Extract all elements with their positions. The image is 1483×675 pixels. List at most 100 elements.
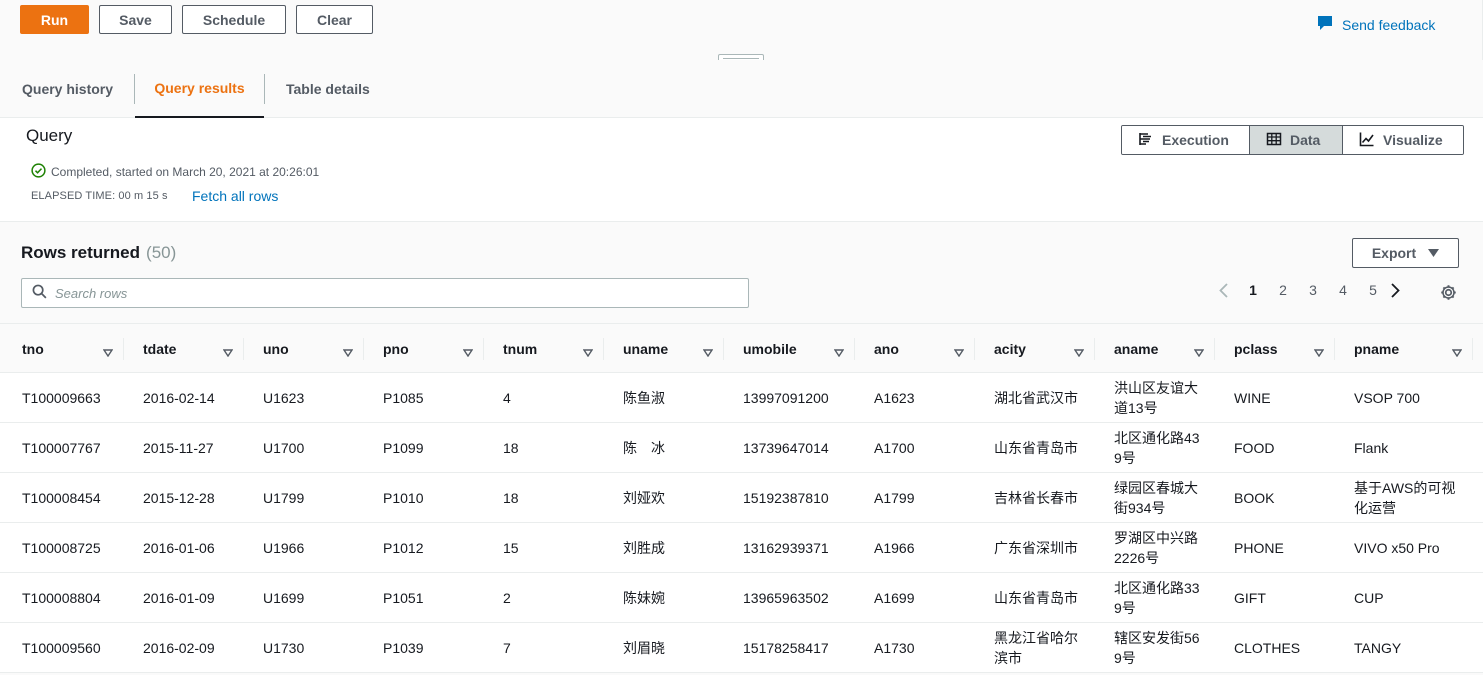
cell-tdate: 2016-02-09 (143, 639, 215, 656)
table-row: T100008804 2016-01-09 U1699 P1051 2 陈妹婉 139659… (0, 573, 1483, 623)
cell-uno: U1799 (263, 489, 305, 506)
cell-tno: T100008725 (22, 539, 101, 556)
rows-count: (50) (146, 243, 177, 262)
search-rows-box (21, 278, 749, 308)
column-divider (123, 338, 124, 360)
table-row: T100008454 2015-12-28 U1799 P1010 18 刘娅欢 15192… (0, 473, 1483, 523)
cell-pclass: CLOTHES (1234, 639, 1301, 656)
column-header-pno[interactable]: pno (383, 324, 483, 373)
column-header-tdate[interactable]: tdate (143, 324, 243, 373)
cell-pname: VSOP 700 (1354, 389, 1420, 406)
cell-pno: P1085 (383, 389, 424, 406)
column-divider (1094, 338, 1095, 360)
column-divider (854, 338, 855, 360)
cell-uname: 刘胜成 (623, 539, 665, 556)
column-header-aname[interactable]: aname (1114, 324, 1214, 373)
export-button[interactable]: Export (1352, 238, 1459, 268)
execution-icon (1138, 131, 1154, 150)
send-feedback-link[interactable]: Send feedback (1317, 15, 1435, 34)
send-feedback-label: Send feedback (1342, 16, 1436, 33)
sort-caret-icon (702, 344, 714, 360)
chevron-left-icon[interactable] (1216, 282, 1230, 298)
query-status: Completed, started on March 20, 2021 at … (31, 163, 319, 181)
page-4[interactable]: 4 (1328, 282, 1358, 298)
cell-aname: 北区通化路339号 (1114, 579, 1200, 616)
page-3[interactable]: 3 (1298, 282, 1328, 298)
page-2[interactable]: 2 (1268, 282, 1298, 298)
cell-umobile: 13739647014 (743, 439, 829, 456)
rows-returned-label: Rows returned (21, 243, 141, 262)
cell-aname: 绿园区春城大街934号 (1114, 479, 1198, 516)
cell-tnum: 18 (503, 489, 519, 506)
cell-acity: 吉林省长春市 (994, 489, 1078, 506)
column-header-ano[interactable]: ano (874, 324, 974, 373)
query-editor-toolbar: Run Save Schedule Clear Send feedback (0, 0, 1483, 64)
tab-query-results[interactable]: Query results (135, 60, 264, 118)
column-header-umobile[interactable]: umobile (743, 324, 854, 373)
column-header-pclass[interactable]: pclass (1234, 324, 1334, 373)
column-header-tnum[interactable]: tnum (503, 324, 603, 373)
execution-view-button[interactable]: Execution (1122, 126, 1249, 154)
cell-ano: A1730 (874, 639, 915, 656)
cell-uno: U1730 (263, 639, 305, 656)
cell-umobile: 15192387810 (743, 489, 829, 506)
cell-pclass: BOOK (1234, 489, 1275, 506)
tab-query-history[interactable]: Query history (22, 60, 113, 118)
column-divider (603, 338, 604, 360)
search-rows-input[interactable] (55, 285, 715, 301)
table-row: T100009663 2016-02-14 U1623 P1085 4 陈鱼淑 139970… (0, 373, 1483, 423)
column-header-uname[interactable]: uname (623, 324, 723, 373)
cell-uno: U1700 (263, 439, 305, 456)
cell-ano: A1700 (874, 439, 915, 456)
check-circle-icon (31, 163, 46, 181)
page-5[interactable]: 5 (1358, 282, 1388, 298)
cell-pno: P1051 (383, 589, 424, 606)
page-1[interactable]: 1 (1238, 282, 1268, 298)
results-tabs: Query history Query results Table detail… (0, 60, 1483, 118)
cell-umobile: 15178258417 (743, 639, 829, 656)
line-chart-icon (1359, 131, 1375, 150)
cell-pname: TANGY (1354, 639, 1402, 656)
visualize-view-button[interactable]: Visualize (1342, 126, 1463, 154)
feedback-icon (1317, 15, 1333, 34)
cell-uno: U1623 (263, 389, 305, 406)
clear-button[interactable]: Clear (296, 5, 373, 34)
column-header-acity[interactable]: acity (994, 324, 1094, 373)
cell-pname: Flank (1354, 439, 1389, 456)
rows-returned-heading: Rows returned (50) (21, 243, 176, 263)
cell-aname: 北区通化路439号 (1114, 429, 1200, 466)
sort-caret-icon (222, 344, 234, 360)
sort-caret-icon (1313, 344, 1325, 360)
cell-umobile: 13162939371 (743, 539, 829, 556)
cell-pname: 基于AWS的可视化运营 (1354, 479, 1456, 516)
column-header-tno[interactable]: tno (22, 324, 123, 373)
column-header-uno[interactable]: uno (263, 324, 363, 373)
view-toggle: Execution Data Visualize (1121, 125, 1464, 155)
tab-table-details[interactable]: Table details (286, 60, 370, 118)
cell-pclass: GIFT (1234, 589, 1266, 606)
column-divider (1214, 338, 1215, 360)
cell-tnum: 4 (503, 389, 511, 406)
gear-icon[interactable] (1440, 284, 1457, 304)
table-header: tno tdate uno pno tnum uname umobile ano… (0, 323, 1483, 373)
cell-tno: T100009663 (22, 389, 101, 406)
table-row: T100007767 2015-11-27 U1700 P1099 18 陈 冰 13739… (0, 423, 1483, 473)
cell-pclass: FOOD (1234, 439, 1275, 456)
column-divider (363, 338, 364, 360)
cell-tnum: 2 (503, 589, 511, 606)
cell-uname: 陈 冰 (623, 439, 665, 456)
sort-caret-icon (342, 344, 354, 360)
fetch-all-rows-link[interactable]: Fetch all rows (192, 188, 278, 204)
cell-uname: 陈鱼淑 (623, 389, 665, 406)
column-header-pname[interactable]: pname (1354, 324, 1472, 373)
save-button[interactable]: Save (99, 5, 172, 34)
cell-tnum: 18 (503, 439, 519, 456)
schedule-button[interactable]: Schedule (182, 5, 286, 34)
sort-caret-icon (462, 344, 474, 360)
chevron-right-icon[interactable] (1388, 282, 1402, 298)
cell-pname: CUP (1354, 589, 1384, 606)
table-icon (1266, 131, 1282, 150)
visualize-label: Visualize (1383, 132, 1443, 148)
run-button[interactable]: Run (20, 5, 89, 34)
data-view-button[interactable]: Data (1249, 126, 1342, 154)
